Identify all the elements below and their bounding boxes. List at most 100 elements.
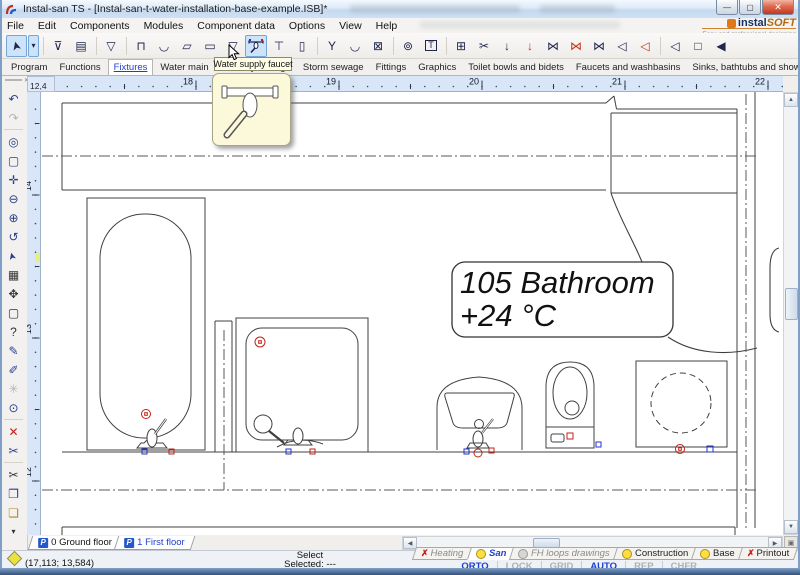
- riser-tool-button[interactable]: ▯: [291, 35, 313, 57]
- check-valve-2-button[interactable]: ◁: [634, 35, 656, 57]
- preview-button[interactable]: ▦: [3, 265, 24, 284]
- toolbar-grip[interactable]: ✕: [5, 79, 22, 87]
- washbasin[interactable]: [437, 377, 522, 457]
- water-supply-faucet-button[interactable]: [245, 35, 267, 57]
- layer-tab-construction[interactable]: Construction: [613, 547, 698, 560]
- copy-button[interactable]: ❐: [3, 484, 24, 503]
- close-button[interactable]: ✕: [762, 0, 794, 15]
- menu-view[interactable]: View: [332, 20, 369, 32]
- ruler-origin-value: 12,4: [30, 81, 47, 91]
- undo-button[interactable]: ↶: [3, 89, 24, 108]
- menu-component-data[interactable]: Component data: [190, 20, 282, 32]
- tab-water-main[interactable]: Water main: [155, 60, 213, 75]
- zoom-new-button[interactable]: ✛: [3, 170, 24, 189]
- menu-file[interactable]: File: [0, 20, 31, 32]
- tab-sinks-bathtubs[interactable]: Sinks, bathtubs and showers: [687, 60, 800, 75]
- layer-tab-heating[interactable]: ✗Heating: [412, 547, 473, 560]
- room-label[interactable]: 105 Bathroom +24 °C: [452, 262, 673, 337]
- ruler-left[interactable]: 141312: [27, 92, 41, 535]
- more-tools-button[interactable]: ▾: [3, 522, 24, 541]
- zoom-pointer-button[interactable]: ➤: [3, 246, 24, 265]
- tab-fixtures[interactable]: Fixtures: [108, 59, 154, 75]
- select-info-button[interactable]: ?: [3, 322, 24, 341]
- double-valve-button[interactable]: ⋈: [588, 35, 610, 57]
- valve-2-button[interactable]: ⋈: [565, 35, 587, 57]
- zoom-previous-button[interactable]: ↺: [3, 227, 24, 246]
- minimize-button[interactable]: —: [716, 0, 738, 15]
- circle-component-button[interactable]: ⊚: [397, 35, 419, 57]
- menu-options[interactable]: Options: [282, 20, 332, 32]
- menu-modules[interactable]: Modules: [137, 20, 191, 32]
- disconnect-button[interactable]: ✂: [473, 35, 495, 57]
- drawing-canvas[interactable]: 105 Bathroom +24 °C: [41, 92, 783, 535]
- tab-program[interactable]: Program: [6, 60, 52, 75]
- washbasin-tool-button[interactable]: ⊽: [47, 35, 69, 57]
- maximize-button[interactable]: ▢: [739, 0, 761, 15]
- check-valve-button[interactable]: ◁: [611, 35, 633, 57]
- ruler-top[interactable]: 1819202122: [55, 76, 783, 92]
- urinal-tool-button[interactable]: ▽: [100, 35, 122, 57]
- tab-toilet-bowls[interactable]: Toilet bowls and bidets: [463, 60, 569, 75]
- tab-graphics[interactable]: Graphics: [413, 60, 461, 75]
- layer-tab-printout[interactable]: ✗Printout: [738, 547, 799, 560]
- delete-button[interactable]: ✕: [3, 422, 24, 441]
- zoom-area-button[interactable]: ▢: [3, 151, 24, 170]
- redo-button[interactable]: ↷: [3, 108, 24, 127]
- find-button[interactable]: ⊙: [3, 398, 24, 417]
- shutoff-valve-button[interactable]: ◁: [664, 35, 686, 57]
- valve-button[interactable]: ⋈: [542, 35, 564, 57]
- select-dropdown-button[interactable]: ▾: [28, 35, 39, 57]
- pipe-point-button[interactable]: ⊞: [450, 35, 472, 57]
- insert-figure-button[interactable]: ▤: [70, 35, 92, 57]
- bathtub[interactable]: [87, 198, 205, 454]
- floor-tab-first[interactable]: P 1 First floor: [113, 536, 194, 550]
- tab-fittings[interactable]: Fittings: [371, 60, 412, 75]
- cut-button[interactable]: ✂: [3, 465, 24, 484]
- menu-help[interactable]: Help: [369, 20, 405, 32]
- menu-components[interactable]: Components: [63, 20, 137, 32]
- zoom-in-button[interactable]: ⊕: [3, 208, 24, 227]
- flow-down-red-button[interactable]: ↓: [519, 35, 541, 57]
- trapezoid-basin-button[interactable]: ▱: [176, 35, 198, 57]
- pump-button[interactable]: ◀: [710, 35, 732, 57]
- scroll-down-button[interactable]: ▼: [784, 520, 798, 534]
- tab-faucets-washbasins[interactable]: Faucets and washbasins: [571, 60, 686, 75]
- vertical-scrollbar[interactable]: ▲ ▼: [783, 92, 799, 535]
- paste-button[interactable]: ❏: [3, 503, 24, 522]
- figure-icon: ▤: [75, 40, 86, 52]
- select-tool-button[interactable]: ➤: [6, 35, 27, 57]
- mouse-cursor: [228, 44, 240, 61]
- text-label-button[interactable]: T: [420, 35, 442, 57]
- select-area-button[interactable]: ▢: [3, 303, 24, 322]
- break-pipe-button[interactable]: ✂: [3, 441, 24, 460]
- bidet-tool-button[interactable]: ◡: [344, 35, 366, 57]
- shower[interactable]: [236, 318, 368, 454]
- rect-basin-button[interactable]: ▭: [199, 35, 221, 57]
- layer-tab-san[interactable]: San: [466, 547, 515, 560]
- marker-pen-button[interactable]: ✐: [3, 360, 24, 379]
- toilet[interactable]: [546, 362, 601, 448]
- tab-functions[interactable]: Functions: [54, 60, 105, 75]
- floor-tab-ground[interactable]: P 0 Ground floor: [28, 536, 122, 550]
- menu-edit[interactable]: Edit: [31, 20, 63, 32]
- draw-off-faucet-button[interactable]: ⊤: [268, 35, 290, 57]
- layer-tab-fh-loops[interactable]: FH loops drawings: [509, 547, 619, 560]
- zoom-fit-button[interactable]: ◎: [3, 132, 24, 151]
- wall-washbasin-button[interactable]: ⊓: [130, 35, 152, 57]
- layer-tab-base[interactable]: Base: [691, 547, 744, 560]
- zoom-out-button[interactable]: ⊖: [3, 189, 24, 208]
- flow-down-button[interactable]: ↓: [496, 35, 518, 57]
- vertical-scroll-thumb[interactable]: [785, 288, 798, 320]
- scroll-up-button[interactable]: ▲: [784, 93, 798, 107]
- special-fixture-button[interactable]: ⊠: [367, 35, 389, 57]
- pan-button[interactable]: ✥: [3, 284, 24, 303]
- draw-pen-button[interactable]: ✎: [3, 341, 24, 360]
- layer-tab-label: FH loops drawings: [531, 548, 610, 559]
- toilet-tool-button[interactable]: Y: [321, 35, 343, 57]
- snap-point-button[interactable]: ✳: [3, 379, 24, 398]
- device-box-button[interactable]: □: [687, 35, 709, 57]
- tab-storm-sewage[interactable]: Storm sewage: [298, 60, 369, 75]
- washing-machine[interactable]: [636, 361, 727, 454]
- window-title: Instal-san TS - [Instal-san-t-water-inst…: [23, 3, 327, 15]
- oval-basin-button[interactable]: ◡: [153, 35, 175, 57]
